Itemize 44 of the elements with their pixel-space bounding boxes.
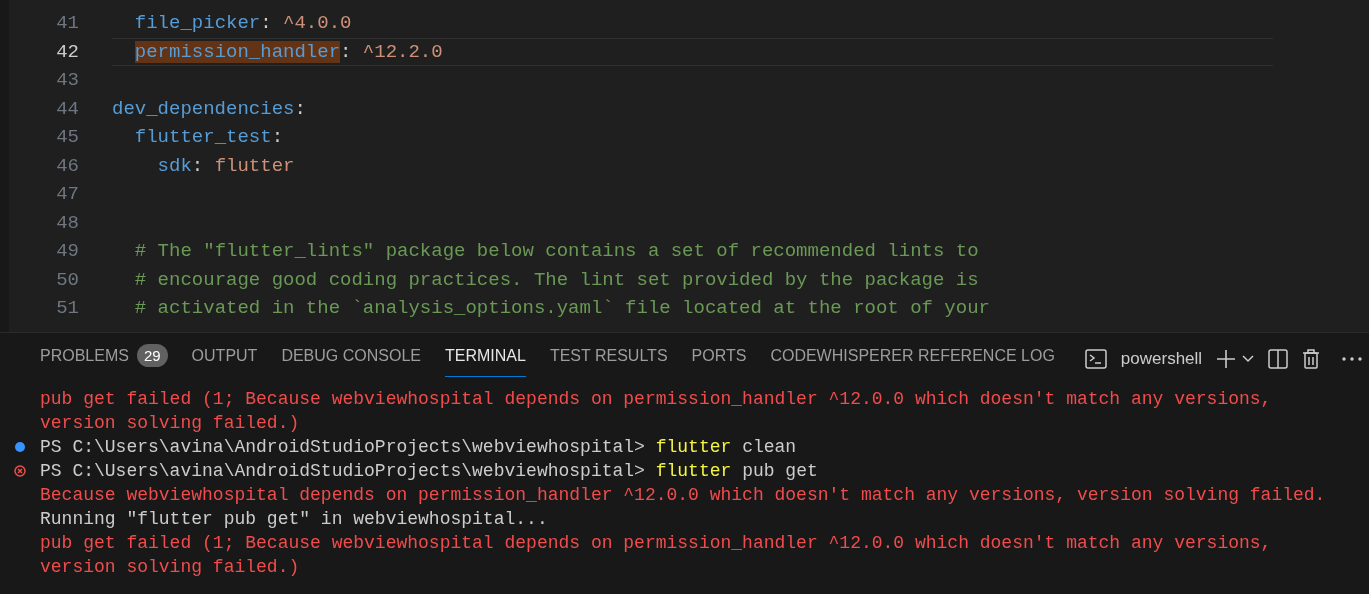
terminal-line: PS C:\Users\avina\AndroidStudioProjects\webviewhospital> flutter pub get [40, 461, 818, 481]
terminal-line: pub get failed (1; Because webviewhospital depends on permission_handler ^12.0.0 which doesn't match any versions, [40, 389, 1272, 409]
chevron-down-icon[interactable] [1242, 355, 1255, 363]
code-line: dev_dependencies: [112, 97, 306, 120]
panel-tab[interactable]: TERMINAL [445, 341, 526, 377]
code-line: sdk: flutter [156, 154, 295, 177]
more-icon[interactable] [1342, 357, 1363, 361]
error-circle-icon[interactable] [14, 465, 26, 477]
code-line: file_picker: ^4.0.0 [133, 12, 352, 35]
code-line: permission_handler: ^12.2.0 [133, 40, 443, 63]
line-number: 46 [55, 154, 79, 177]
panel-tab[interactable]: PORTS [691, 341, 747, 377]
line-number: 44 [55, 97, 79, 120]
panel-tab[interactable]: PROBLEMS 29 [40, 341, 168, 377]
code-line: flutter_test: [133, 126, 284, 149]
terminal-line: version solving failed.) [40, 413, 300, 433]
line-number: 48 [55, 211, 79, 234]
line-number: 51 [55, 297, 79, 320]
line-number: 47 [55, 183, 79, 206]
terminal-line: version solving failed.) [40, 557, 300, 577]
split-icon[interactable] [1268, 349, 1289, 369]
line-number: 49 [55, 240, 79, 263]
terminal-line: Running "flutter pub get" in webviewhospital... [40, 509, 548, 529]
code-line: # encourage good coding practices. The lint set provided by the package is [133, 268, 979, 291]
panel-tab[interactable]: OUTPUT [191, 341, 258, 377]
terminal-line: pub get failed (1; Because webviewhospital depends on permission_handler ^12.0.0 which doesn't match any versions, [40, 533, 1272, 553]
terminal-icon [1084, 349, 1107, 369]
panel-tab[interactable]: DEBUG CONSOLE [281, 341, 421, 377]
panel-tab[interactable]: CODEWHISPERER REFERENCE LOG [770, 341, 1055, 377]
line-number: 43 [55, 69, 79, 92]
panel-tab[interactable]: TEST RESULTS [549, 341, 668, 377]
line-number: 50 [55, 268, 79, 291]
trash-icon[interactable] [1302, 349, 1321, 369]
terminal-line: Because webviewhospital depends on permission_handler ^12.0.0 which doesn't match any versions, version solving failed. [40, 485, 1326, 505]
line-number: 42 [55, 40, 79, 63]
line-number: 45 [55, 126, 79, 149]
code-line: # activated in the `analysis_options.yaml` file located at the root of your [133, 297, 990, 320]
terminal-selector[interactable]: powershell [1120, 349, 1203, 369]
terminal-line: PS C:\Users\avina\AndroidStudioProjects\webviewhospital> flutter clean [40, 437, 797, 457]
success-dot-icon[interactable] [15, 442, 25, 452]
count-badge: 29 [136, 344, 168, 367]
code-line: # The "flutter_lints" package below contains a set of recommended lints to [133, 240, 979, 263]
line-number: 41 [55, 12, 79, 35]
plus-icon[interactable] [1216, 349, 1237, 369]
